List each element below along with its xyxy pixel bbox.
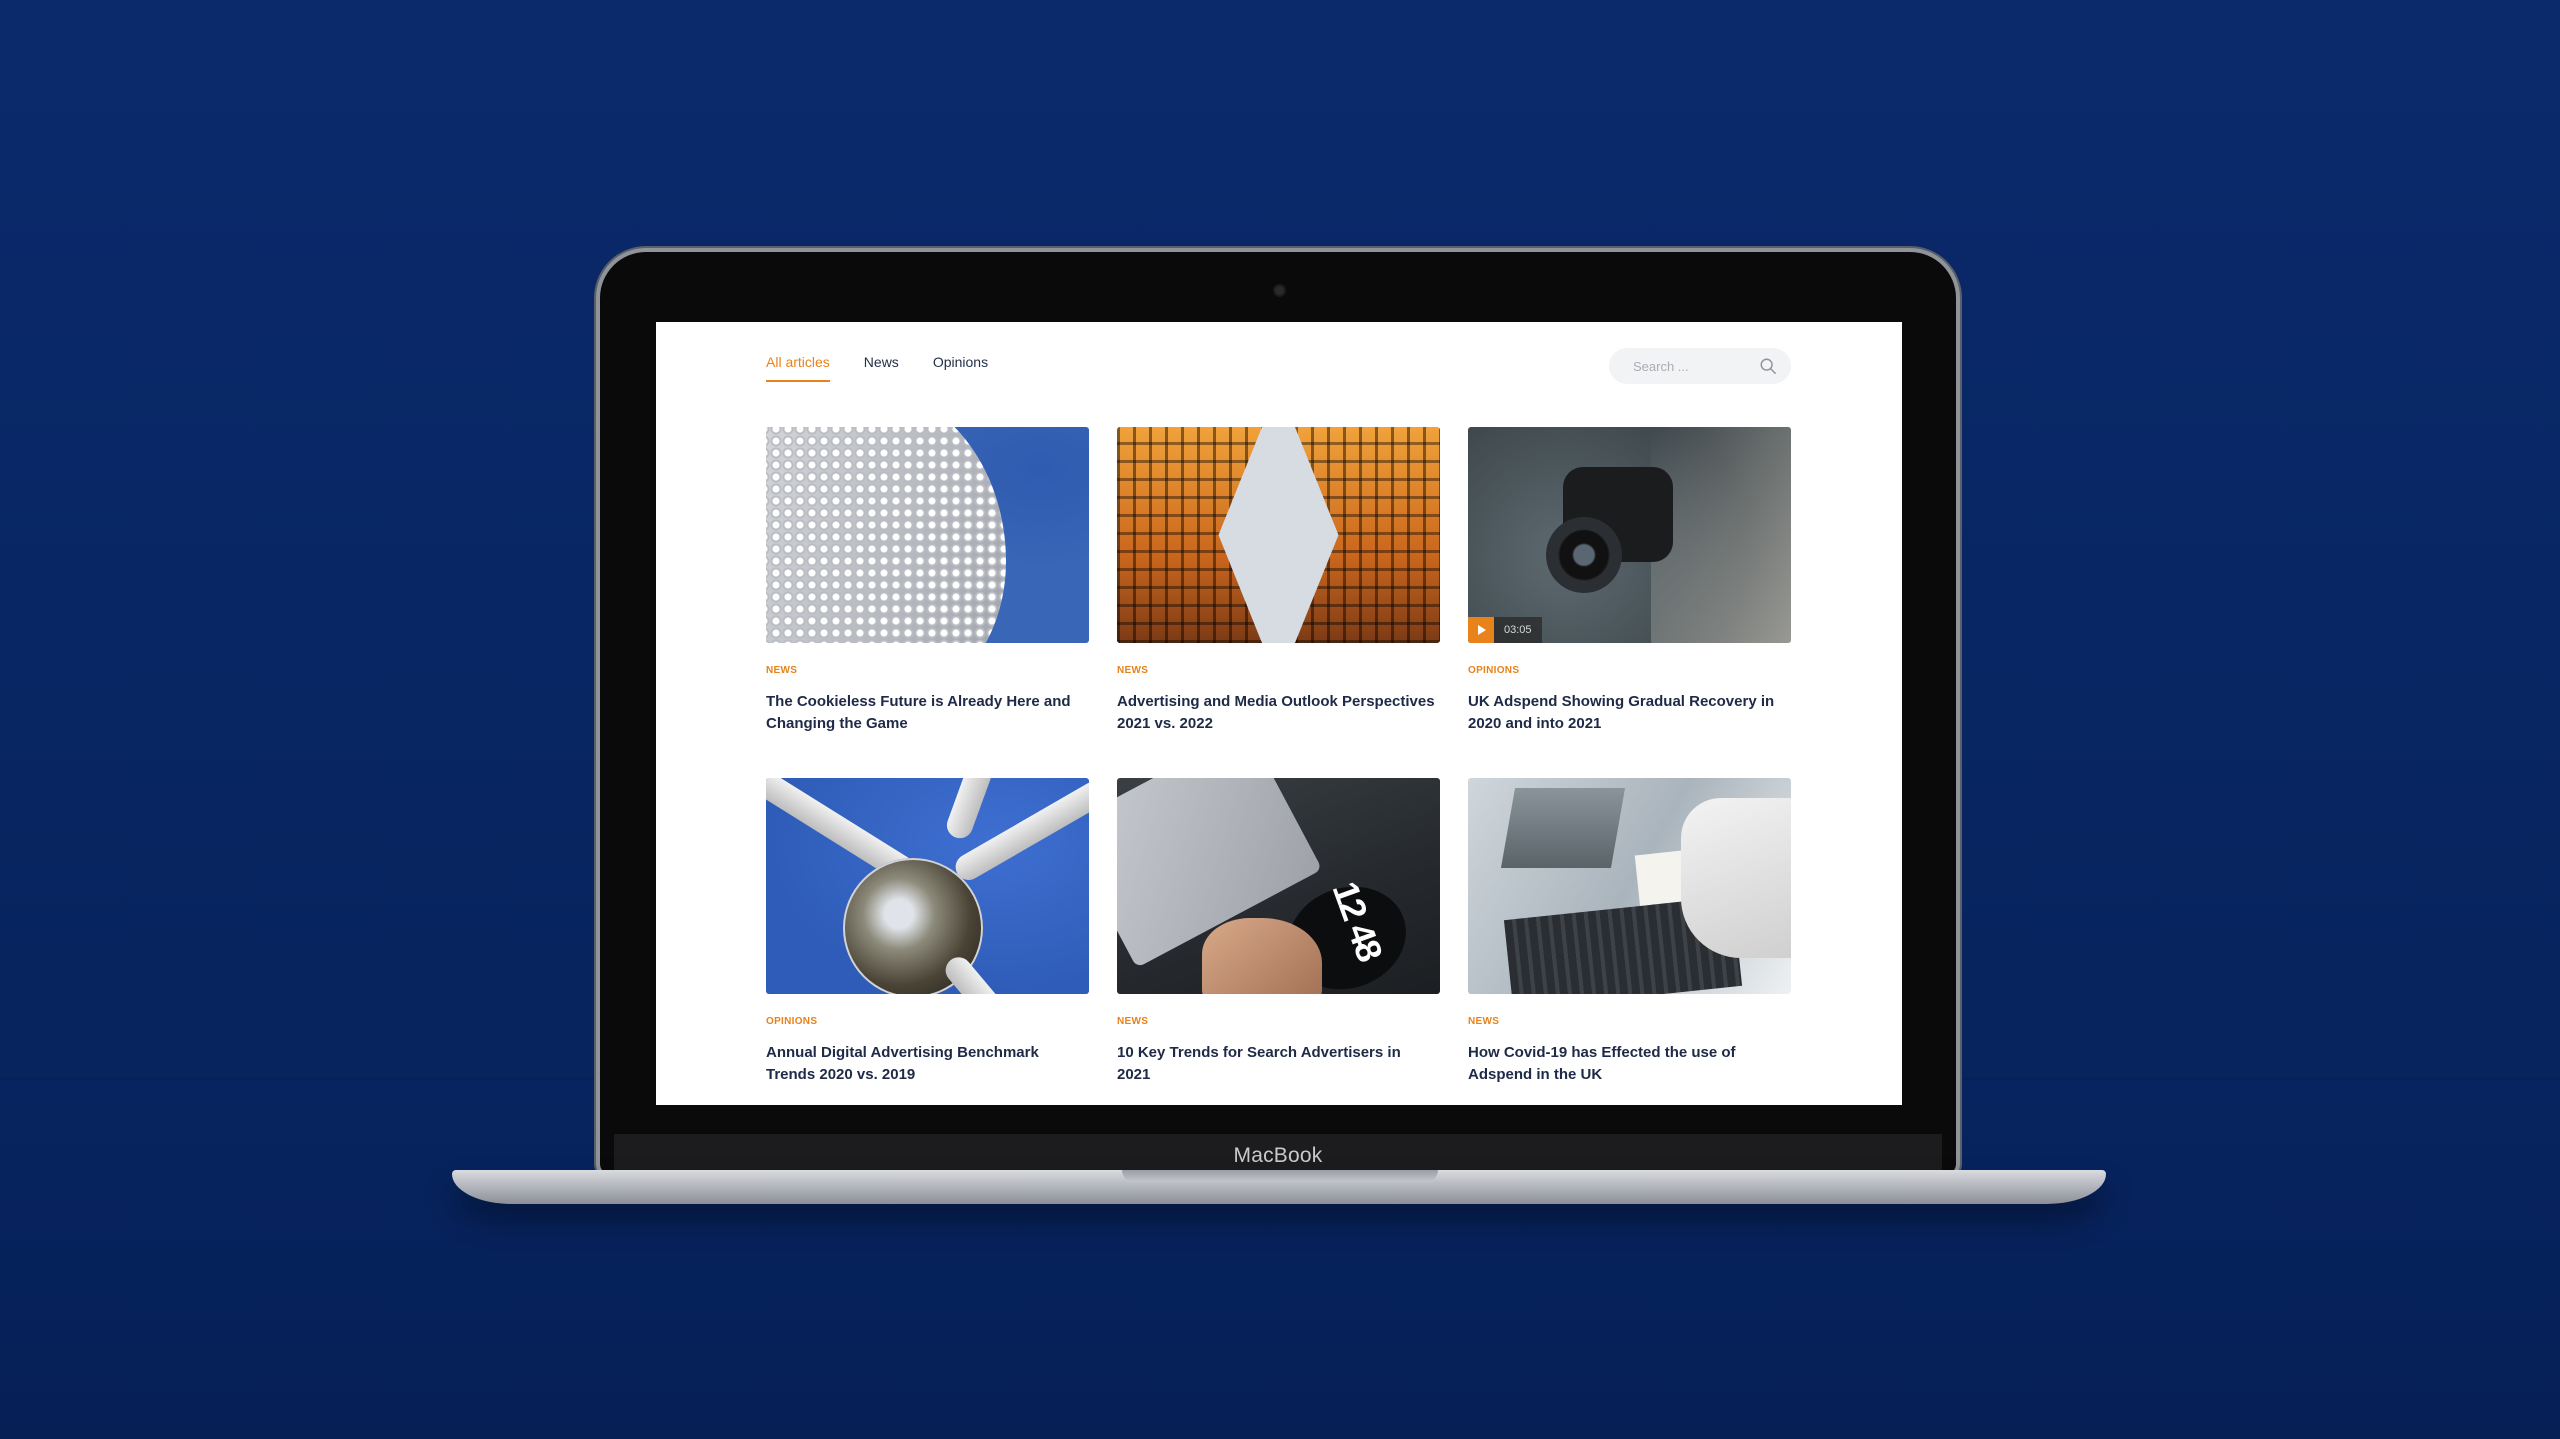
article-title[interactable]: Annual Digital Advertising Benchmark Tre… [766, 1042, 1084, 1086]
tab-all-articles[interactable]: All articles [766, 354, 830, 382]
article-card[interactable]: 12 48 NEWS 10 Key Trends for Search Adve… [1117, 778, 1440, 1105]
article-category[interactable]: NEWS [766, 665, 1089, 676]
article-category[interactable]: NEWS [1117, 1016, 1440, 1027]
article-card[interactable]: NEWS The Cookieless Future is Already He… [766, 427, 1089, 778]
brand-label: MacBook [1233, 1144, 1323, 1167]
article-card[interactable]: NEWS Advertising and Media Outlook Persp… [1117, 427, 1440, 778]
article-thumbnail[interactable] [766, 427, 1089, 643]
article-tabs: All articles News Opinions [766, 354, 988, 382]
search-box[interactable] [1609, 348, 1791, 384]
lid-notch [1122, 1170, 1438, 1182]
camera-icon [1275, 286, 1284, 295]
article-title[interactable]: UK Adspend Showing Gradual Recovery in 2… [1468, 691, 1786, 735]
article-thumbnail[interactable] [1117, 427, 1440, 643]
article-card[interactable]: 03:05 OPINIONS UK Adspend Showing Gradua… [1468, 427, 1791, 778]
article-category[interactable]: NEWS [1117, 665, 1440, 676]
article-thumbnail[interactable] [766, 778, 1089, 994]
article-thumbnail[interactable]: 12 48 [1117, 778, 1440, 994]
article-category[interactable]: OPINIONS [1468, 665, 1791, 676]
article-thumbnail[interactable] [1468, 778, 1791, 994]
article-title[interactable]: The Cookieless Future is Already Here an… [766, 691, 1084, 735]
laptop-base [452, 1170, 2106, 1204]
tab-news[interactable]: News [864, 354, 899, 382]
video-duration: 03:05 [1504, 624, 1532, 636]
article-title[interactable]: How Covid-19 has Effected the use of Ads… [1468, 1042, 1786, 1086]
laptop-chin: MacBook [614, 1134, 1942, 1174]
video-badge[interactable]: 03:05 [1468, 617, 1542, 643]
tab-opinions[interactable]: Opinions [933, 354, 988, 382]
article-category[interactable]: NEWS [1468, 1016, 1791, 1027]
browser-screen: All articles News Opinions NEWS The Cook… [656, 322, 1902, 1105]
article-thumbnail[interactable]: 03:05 [1468, 427, 1791, 643]
article-title[interactable]: Advertising and Media Outlook Perspectiv… [1117, 691, 1435, 735]
article-card[interactable]: NEWS How Covid-19 has Effected the use o… [1468, 778, 1791, 1105]
article-card[interactable]: OPINIONS Annual Digital Advertising Benc… [766, 778, 1089, 1105]
search-icon[interactable] [1759, 357, 1777, 375]
search-input[interactable] [1631, 357, 1755, 375]
article-category[interactable]: OPINIONS [766, 1016, 1089, 1027]
play-icon[interactable] [1468, 617, 1494, 643]
article-title[interactable]: 10 Key Trends for Search Advertisers in … [1117, 1042, 1435, 1086]
article-grid: NEWS The Cookieless Future is Already He… [766, 427, 1791, 1105]
